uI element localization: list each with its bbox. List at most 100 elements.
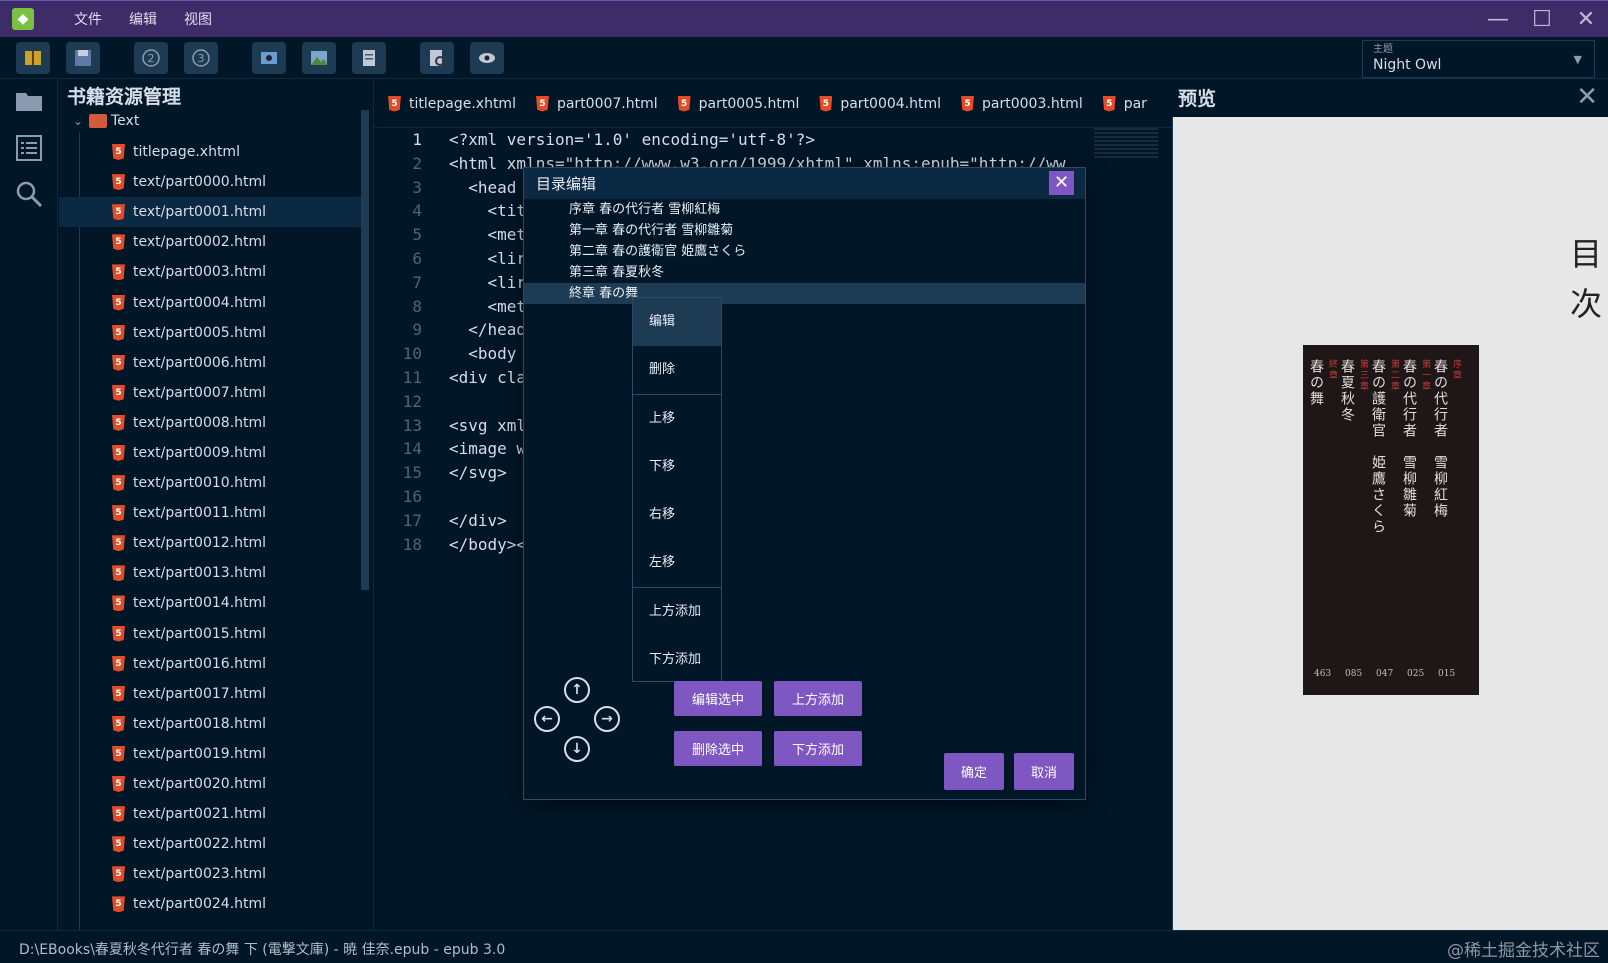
ctx-indent[interactable]: 右移 (633, 491, 721, 539)
file-item[interactable]: 5 text/part0006.html (59, 348, 367, 378)
ctx-delete[interactable]: 删除 (633, 346, 721, 394)
file-item[interactable]: 5 text/part0020.html (59, 769, 367, 799)
html-file-icon: 5 (1102, 95, 1116, 112)
editor-tab[interactable]: 5 par (1097, 84, 1153, 124)
menu-file[interactable]: 文件 (74, 9, 102, 29)
ok-button[interactable]: 确定 (944, 753, 1004, 790)
folder-icon[interactable] (14, 86, 44, 116)
html-file-icon: 5 (112, 174, 125, 191)
file-item[interactable]: 5 text/part0019.html (59, 739, 367, 769)
close-window-icon[interactable]: ✕ (1564, 1, 1608, 38)
minimap[interactable] (1094, 128, 1158, 158)
html-file-icon: 5 (112, 685, 125, 702)
tab-label: part0005.html (698, 95, 800, 112)
ctx-outdent[interactable]: 左移 (633, 539, 721, 587)
file-item[interactable]: 5 text/part0017.html (59, 679, 367, 709)
toc-list-item[interactable]: 第一章 春の代行者 雪柳雛菊 (524, 220, 1085, 241)
file-item[interactable]: 5 text/part0016.html (59, 649, 367, 679)
chevron-down-icon: ▼ (1573, 53, 1582, 66)
file-name: text/part0003.html (133, 264, 267, 281)
clipboard-icon[interactable] (352, 41, 386, 74)
toc-page-number: 047 (1376, 669, 1394, 679)
editor-tab[interactable]: 5 part0007.html (530, 84, 664, 124)
epub3-icon[interactable]: 3 (184, 41, 218, 74)
add-above-button[interactable]: 上方添加 (774, 681, 862, 716)
add-below-button[interactable]: 下方添加 (774, 731, 862, 766)
editor-tab[interactable]: 5 part0005.html (672, 84, 806, 124)
dialog-title: 目录编辑 (536, 175, 597, 193)
search-icon[interactable] (14, 179, 44, 209)
menu-view[interactable]: 视图 (184, 9, 212, 29)
save-icon[interactable] (66, 41, 100, 74)
file-item[interactable]: 5 text/part0014.html (59, 588, 367, 618)
file-item[interactable]: 5 text/part0010.html (59, 468, 367, 498)
ctx-move-up[interactable]: 上移 (633, 395, 721, 443)
ctx-add-above[interactable]: 上方添加 (633, 588, 721, 636)
arrow-left-icon[interactable]: ← (534, 706, 560, 732)
line-number: 15 (402, 463, 422, 483)
editor-tab[interactable]: 5 titlepage.xhtml (382, 84, 522, 124)
open-book-icon[interactable] (16, 41, 50, 74)
file-item[interactable]: 5 text/part0013.html (59, 558, 367, 588)
file-item[interactable]: 5 text/part0018.html (59, 709, 367, 739)
file-item[interactable]: 5 text/part0009.html (59, 438, 367, 468)
file-item[interactable]: 5 text/part0012.html (59, 528, 367, 558)
list-icon[interactable] (14, 133, 44, 163)
code-line: 14 <image w (374, 439, 526, 463)
toc-list-item[interactable]: 終章 春の舞 (524, 283, 1085, 304)
file-item[interactable]: 5 text/part0003.html (59, 257, 367, 287)
file-item[interactable]: 5 titlepage.xhtml (59, 137, 367, 167)
cancel-button[interactable]: 取消 (1014, 753, 1074, 790)
file-name: text/part0017.html (133, 685, 267, 702)
tree-folder-text[interactable]: ⌄ Text (73, 111, 139, 131)
code-text: <head (449, 177, 517, 197)
html-file-icon: 5 (112, 565, 125, 582)
epub2-icon[interactable]: 2 (134, 41, 168, 74)
file-item[interactable]: 5 text/part0008.html (59, 408, 367, 438)
arrow-up-icon[interactable]: ↑ (564, 677, 590, 703)
file-item[interactable]: 5 text/part0004.html (59, 287, 367, 317)
editor-tab[interactable]: 5 part0004.html (813, 84, 947, 124)
file-item[interactable]: 5 text/part0001.html (59, 197, 367, 228)
editor-tab[interactable]: 5 part0003.html (955, 84, 1089, 124)
file-name: text/part0009.html (133, 444, 267, 461)
file-item[interactable]: 5 text/part0005.html (59, 318, 367, 348)
file-item[interactable]: 5 text/part0002.html (59, 227, 367, 257)
toc-list-item[interactable]: 第三章 春夏秋冬 (524, 262, 1085, 283)
image-icon[interactable] (302, 41, 336, 74)
arrow-right-icon[interactable]: → (594, 706, 620, 732)
close-preview-icon[interactable]: ✕ (1576, 82, 1598, 112)
file-name: text/part0010.html (133, 475, 267, 492)
toc-list-item[interactable]: 第二章 春の護衛官 姫鷹さくら (524, 241, 1085, 262)
file-item[interactable]: 5 text/part0007.html (59, 378, 367, 408)
delete-selected-button[interactable]: 删除选中 (674, 731, 762, 766)
search-document-icon[interactable] (420, 41, 454, 74)
file-item[interactable]: 5 text/part0024.html (59, 889, 367, 919)
tab-label: part0007.html (556, 95, 658, 112)
file-item[interactable]: 5 text/part0000.html (59, 167, 367, 197)
theme-select[interactable]: 主题 Night Owl ▼ (1362, 40, 1595, 78)
toc-chapter: 序章 (1451, 359, 1461, 381)
theme-value: Night Owl (1373, 57, 1442, 73)
file-item[interactable]: 5 text/part0021.html (59, 799, 367, 829)
edit-selected-button[interactable]: 编辑选中 (674, 681, 762, 716)
code-text: <body (449, 344, 517, 364)
toc-list-item[interactable]: 序章 春の代行者 雪柳紅梅 (524, 199, 1085, 220)
arrow-down-icon[interactable]: ↓ (564, 736, 590, 762)
file-item[interactable]: 5 text/part0015.html (59, 619, 367, 649)
ctx-edit[interactable]: 编辑 (633, 298, 721, 346)
ctx-add-below[interactable]: 下方添加 (633, 636, 721, 684)
minimize-icon[interactable]: — (1476, 1, 1520, 38)
file-item[interactable]: 5 text/part0023.html (59, 859, 367, 889)
preview-eye-icon[interactable] (470, 41, 504, 74)
toc-entry: 第二章 春の護衛官 姫鷹さくら 047 (1370, 359, 1401, 689)
ctx-move-down[interactable]: 下移 (633, 443, 721, 491)
file-item[interactable]: 5 text/part0011.html (59, 498, 367, 528)
toc-heading: 目次 (1565, 237, 1603, 337)
maximize-icon[interactable]: ☐ (1520, 1, 1564, 38)
menu-edit[interactable]: 编辑 (129, 9, 157, 29)
metadata-icon[interactable] (252, 41, 286, 74)
sidebar-scrollbar[interactable] (361, 110, 369, 590)
file-item[interactable]: 5 text/part0022.html (59, 829, 367, 859)
close-icon[interactable]: ✕ (1049, 171, 1074, 195)
